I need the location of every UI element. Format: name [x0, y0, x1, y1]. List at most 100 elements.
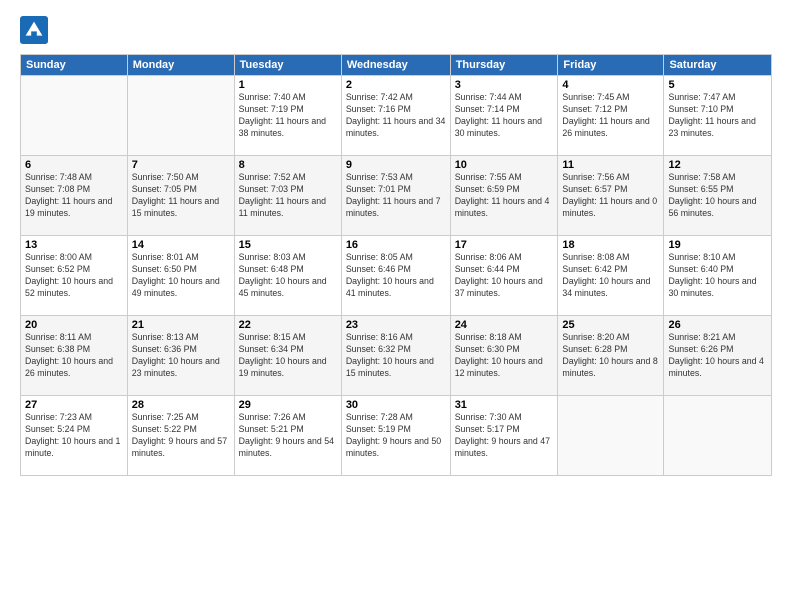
day-info: Sunrise: 8:08 AM Sunset: 6:42 PM Dayligh… [562, 252, 659, 300]
day-number: 16 [346, 239, 446, 251]
day-number: 28 [132, 399, 230, 411]
day-info: Sunrise: 7:48 AM Sunset: 7:08 PM Dayligh… [25, 172, 123, 220]
day-number: 2 [346, 79, 446, 91]
day-number: 27 [25, 399, 123, 411]
calendar-cell: 27Sunrise: 7:23 AM Sunset: 5:24 PM Dayli… [21, 396, 128, 476]
calendar-cell: 7Sunrise: 7:50 AM Sunset: 7:05 PM Daylig… [127, 156, 234, 236]
day-number: 29 [239, 399, 337, 411]
day-info: Sunrise: 8:10 AM Sunset: 6:40 PM Dayligh… [668, 252, 767, 300]
day-number: 11 [562, 159, 659, 171]
day-number: 5 [668, 79, 767, 91]
calendar-body: 1Sunrise: 7:40 AM Sunset: 7:19 PM Daylig… [21, 76, 772, 476]
day-info: Sunrise: 8:16 AM Sunset: 6:32 PM Dayligh… [346, 332, 446, 380]
calendar-cell: 4Sunrise: 7:45 AM Sunset: 7:12 PM Daylig… [558, 76, 664, 156]
day-number: 8 [239, 159, 337, 171]
day-number: 1 [239, 79, 337, 91]
calendar-cell: 11Sunrise: 7:56 AM Sunset: 6:57 PM Dayli… [558, 156, 664, 236]
weekday-header-cell: Wednesday [341, 55, 450, 76]
day-info: Sunrise: 7:53 AM Sunset: 7:01 PM Dayligh… [346, 172, 446, 220]
calendar-cell [664, 396, 772, 476]
calendar-cell: 16Sunrise: 8:05 AM Sunset: 6:46 PM Dayli… [341, 236, 450, 316]
day-number: 9 [346, 159, 446, 171]
day-info: Sunrise: 8:05 AM Sunset: 6:46 PM Dayligh… [346, 252, 446, 300]
day-number: 25 [562, 319, 659, 331]
page: SundayMondayTuesdayWednesdayThursdayFrid… [0, 0, 792, 612]
calendar-cell: 28Sunrise: 7:25 AM Sunset: 5:22 PM Dayli… [127, 396, 234, 476]
day-number: 13 [25, 239, 123, 251]
weekday-header-cell: Friday [558, 55, 664, 76]
day-number: 12 [668, 159, 767, 171]
logo-icon [20, 16, 48, 44]
calendar-cell: 29Sunrise: 7:26 AM Sunset: 5:21 PM Dayli… [234, 396, 341, 476]
calendar-cell: 2Sunrise: 7:42 AM Sunset: 7:16 PM Daylig… [341, 76, 450, 156]
day-info: Sunrise: 7:45 AM Sunset: 7:12 PM Dayligh… [562, 92, 659, 140]
calendar-week-row: 6Sunrise: 7:48 AM Sunset: 7:08 PM Daylig… [21, 156, 772, 236]
calendar-week-row: 20Sunrise: 8:11 AM Sunset: 6:38 PM Dayli… [21, 316, 772, 396]
calendar-week-row: 27Sunrise: 7:23 AM Sunset: 5:24 PM Dayli… [21, 396, 772, 476]
day-info: Sunrise: 7:40 AM Sunset: 7:19 PM Dayligh… [239, 92, 337, 140]
day-number: 3 [455, 79, 554, 91]
day-info: Sunrise: 8:01 AM Sunset: 6:50 PM Dayligh… [132, 252, 230, 300]
calendar-cell: 26Sunrise: 8:21 AM Sunset: 6:26 PM Dayli… [664, 316, 772, 396]
weekday-header-cell: Saturday [664, 55, 772, 76]
calendar-week-row: 13Sunrise: 8:00 AM Sunset: 6:52 PM Dayli… [21, 236, 772, 316]
day-info: Sunrise: 7:42 AM Sunset: 7:16 PM Dayligh… [346, 92, 446, 140]
day-number: 26 [668, 319, 767, 331]
calendar-cell: 25Sunrise: 8:20 AM Sunset: 6:28 PM Dayli… [558, 316, 664, 396]
calendar-cell: 13Sunrise: 8:00 AM Sunset: 6:52 PM Dayli… [21, 236, 128, 316]
calendar-cell: 15Sunrise: 8:03 AM Sunset: 6:48 PM Dayli… [234, 236, 341, 316]
calendar-cell: 22Sunrise: 8:15 AM Sunset: 6:34 PM Dayli… [234, 316, 341, 396]
day-info: Sunrise: 7:58 AM Sunset: 6:55 PM Dayligh… [668, 172, 767, 220]
day-number: 24 [455, 319, 554, 331]
day-number: 21 [132, 319, 230, 331]
day-number: 31 [455, 399, 554, 411]
day-number: 18 [562, 239, 659, 251]
calendar-cell: 19Sunrise: 8:10 AM Sunset: 6:40 PM Dayli… [664, 236, 772, 316]
day-info: Sunrise: 8:11 AM Sunset: 6:38 PM Dayligh… [25, 332, 123, 380]
logo [20, 16, 52, 44]
day-info: Sunrise: 8:06 AM Sunset: 6:44 PM Dayligh… [455, 252, 554, 300]
calendar-week-row: 1Sunrise: 7:40 AM Sunset: 7:19 PM Daylig… [21, 76, 772, 156]
calendar-cell: 20Sunrise: 8:11 AM Sunset: 6:38 PM Dayli… [21, 316, 128, 396]
day-info: Sunrise: 8:15 AM Sunset: 6:34 PM Dayligh… [239, 332, 337, 380]
calendar-cell: 10Sunrise: 7:55 AM Sunset: 6:59 PM Dayli… [450, 156, 558, 236]
day-number: 20 [25, 319, 123, 331]
day-info: Sunrise: 7:56 AM Sunset: 6:57 PM Dayligh… [562, 172, 659, 220]
calendar-cell [21, 76, 128, 156]
day-info: Sunrise: 7:47 AM Sunset: 7:10 PM Dayligh… [668, 92, 767, 140]
day-number: 6 [25, 159, 123, 171]
weekday-header-cell: Thursday [450, 55, 558, 76]
day-info: Sunrise: 8:13 AM Sunset: 6:36 PM Dayligh… [132, 332, 230, 380]
day-info: Sunrise: 7:26 AM Sunset: 5:21 PM Dayligh… [239, 412, 337, 460]
day-info: Sunrise: 7:50 AM Sunset: 7:05 PM Dayligh… [132, 172, 230, 220]
calendar-cell [127, 76, 234, 156]
calendar-cell: 14Sunrise: 8:01 AM Sunset: 6:50 PM Dayli… [127, 236, 234, 316]
day-info: Sunrise: 8:20 AM Sunset: 6:28 PM Dayligh… [562, 332, 659, 380]
day-info: Sunrise: 7:23 AM Sunset: 5:24 PM Dayligh… [25, 412, 123, 460]
day-info: Sunrise: 7:44 AM Sunset: 7:14 PM Dayligh… [455, 92, 554, 140]
calendar-cell: 18Sunrise: 8:08 AM Sunset: 6:42 PM Dayli… [558, 236, 664, 316]
day-info: Sunrise: 8:18 AM Sunset: 6:30 PM Dayligh… [455, 332, 554, 380]
calendar-cell: 1Sunrise: 7:40 AM Sunset: 7:19 PM Daylig… [234, 76, 341, 156]
header [20, 16, 772, 44]
day-info: Sunrise: 8:21 AM Sunset: 6:26 PM Dayligh… [668, 332, 767, 380]
weekday-header-row: SundayMondayTuesdayWednesdayThursdayFrid… [21, 55, 772, 76]
day-info: Sunrise: 7:25 AM Sunset: 5:22 PM Dayligh… [132, 412, 230, 460]
calendar-cell: 8Sunrise: 7:52 AM Sunset: 7:03 PM Daylig… [234, 156, 341, 236]
calendar-cell: 3Sunrise: 7:44 AM Sunset: 7:14 PM Daylig… [450, 76, 558, 156]
day-number: 7 [132, 159, 230, 171]
calendar-table: SundayMondayTuesdayWednesdayThursdayFrid… [20, 54, 772, 476]
day-info: Sunrise: 7:28 AM Sunset: 5:19 PM Dayligh… [346, 412, 446, 460]
weekday-header-cell: Tuesday [234, 55, 341, 76]
day-info: Sunrise: 7:30 AM Sunset: 5:17 PM Dayligh… [455, 412, 554, 460]
day-number: 19 [668, 239, 767, 251]
day-number: 14 [132, 239, 230, 251]
calendar-cell: 9Sunrise: 7:53 AM Sunset: 7:01 PM Daylig… [341, 156, 450, 236]
day-info: Sunrise: 8:03 AM Sunset: 6:48 PM Dayligh… [239, 252, 337, 300]
day-number: 22 [239, 319, 337, 331]
weekday-header-cell: Sunday [21, 55, 128, 76]
day-info: Sunrise: 7:52 AM Sunset: 7:03 PM Dayligh… [239, 172, 337, 220]
calendar-cell: 23Sunrise: 8:16 AM Sunset: 6:32 PM Dayli… [341, 316, 450, 396]
calendar-cell [558, 396, 664, 476]
calendar-cell: 5Sunrise: 7:47 AM Sunset: 7:10 PM Daylig… [664, 76, 772, 156]
